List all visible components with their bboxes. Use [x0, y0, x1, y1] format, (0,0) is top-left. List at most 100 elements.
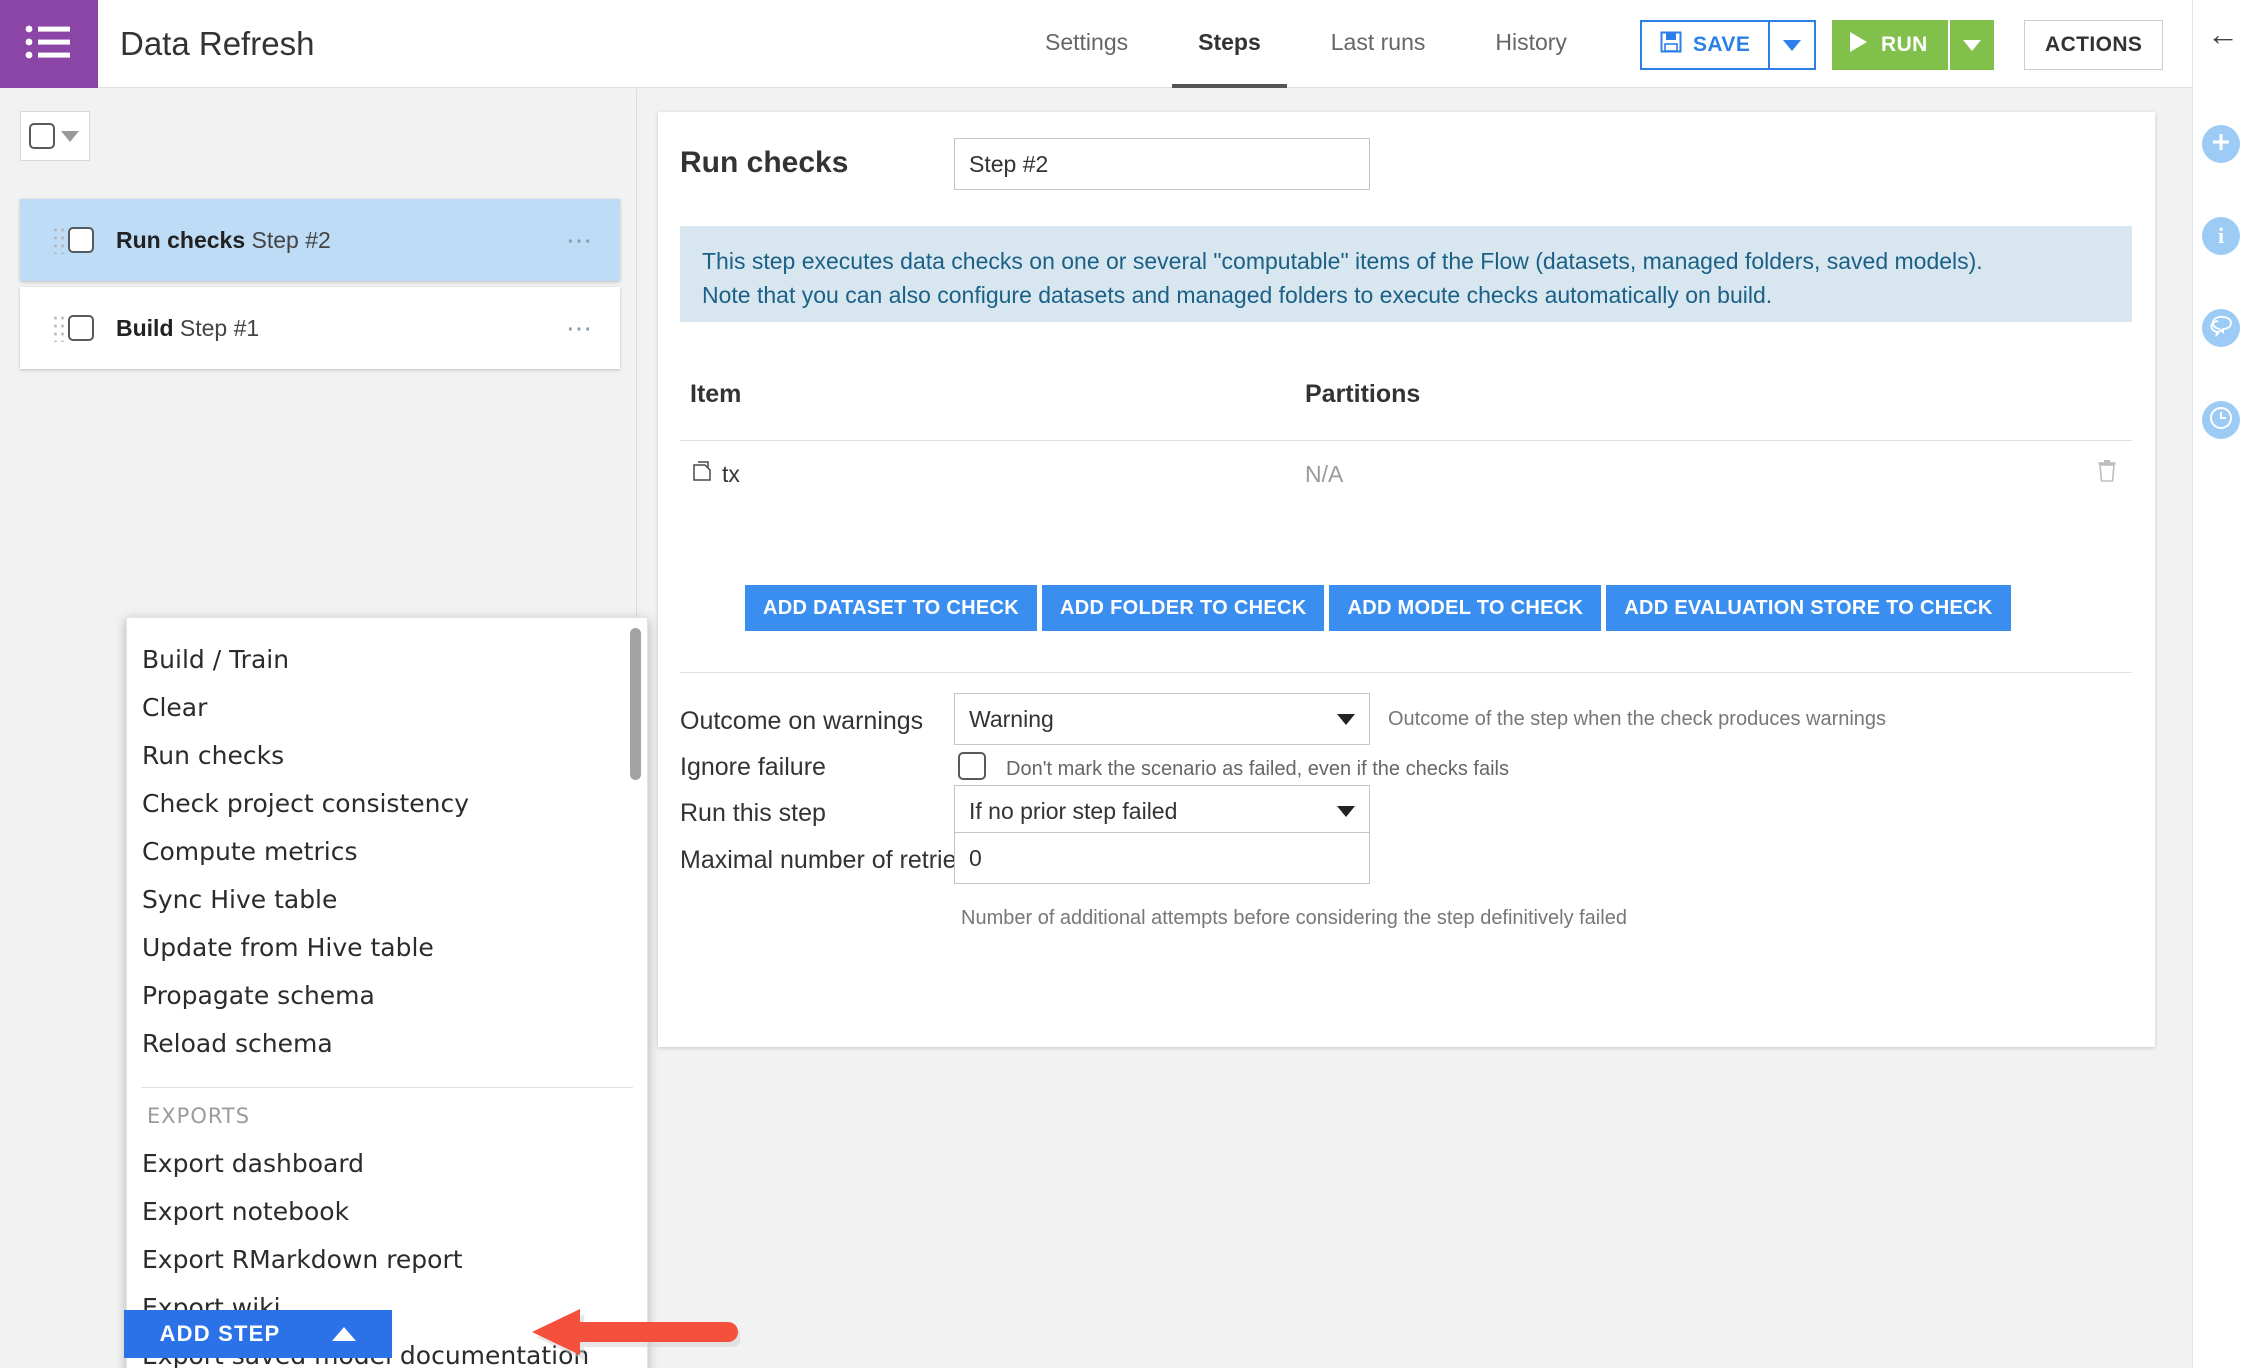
step-number: Step #1 [179, 314, 260, 341]
scenario-logo-button[interactable] [0, 0, 98, 88]
run-button-group: RUN [1832, 20, 1994, 70]
info-line-1: This step executes data checks on one or… [702, 248, 1983, 274]
dataset-icon [690, 459, 714, 489]
step-detail-card: Run checks This step executes data check… [658, 112, 2155, 1047]
menu-item-check-project-consistency[interactable]: Check project consistency [127, 780, 647, 828]
chevron-down-icon[interactable] [61, 130, 79, 142]
add-step-button[interactable]: ADD STEP [124, 1310, 392, 1358]
maximal-retries-label: Maximal number of retries [680, 846, 969, 874]
run-button-label: RUN [1881, 33, 1928, 56]
column-header-item: Item [690, 380, 742, 408]
run-this-step-value: If no prior step failed [969, 797, 1178, 824]
info-icon: i [2217, 223, 2225, 248]
outcome-on-warnings-select[interactable]: Warning [954, 693, 1370, 745]
section-divider [680, 672, 2132, 673]
step-list-item-build[interactable]: Build Step #1 ⋯ [20, 287, 620, 369]
menu-section-exports: EXPORTS [147, 1104, 251, 1128]
chevron-up-icon [332, 1327, 357, 1341]
plus-icon [2210, 131, 2232, 158]
save-button-group: SAVE [1640, 20, 1817, 70]
actions-button[interactable]: ACTIONS [2024, 20, 2164, 70]
menu-item-compute-metrics[interactable]: Compute metrics [127, 828, 647, 876]
chevron-down-icon [1962, 39, 1981, 51]
tab-last-runs[interactable]: Last runs [1305, 0, 1452, 88]
tab-settings[interactable]: Settings [1019, 0, 1154, 88]
step-name-input[interactable] [954, 138, 1370, 190]
maximal-retries-input[interactable] [954, 832, 1370, 884]
menu-item-export-dashboard[interactable]: Export dashboard [127, 1140, 647, 1188]
step-list-item-label: Run checks Step #2 [116, 227, 331, 254]
drag-handle-icon[interactable] [52, 226, 68, 254]
rail-plus-button[interactable] [2202, 125, 2240, 163]
add-step-label: ADD STEP [159, 1321, 281, 1346]
menu-item-clear[interactable]: Clear [127, 684, 647, 732]
step-list-item-run-checks[interactable]: Run checks Step #2 ⋯ [20, 199, 620, 281]
step-info-banner: This step executes data checks on one or… [680, 226, 2132, 322]
column-header-partitions: Partitions [1305, 380, 1421, 408]
run-this-step-select[interactable]: If no prior step failed [954, 785, 1370, 837]
table-cell-item-label: tx [722, 460, 740, 487]
add-step-menu: Build / Train Clear Run checks Check pro… [126, 617, 648, 1368]
step-type-title: Run checks [680, 146, 849, 179]
chevron-down-icon [1337, 713, 1355, 725]
tab-steps[interactable]: Steps [1172, 0, 1287, 88]
step-number: Step #2 [251, 226, 331, 253]
step-checkbox[interactable] [68, 315, 94, 341]
run-button[interactable]: RUN [1832, 20, 1948, 70]
menu-item-sync-hive-table[interactable]: Sync Hive table [127, 876, 647, 924]
save-dropdown-button[interactable] [1770, 20, 1817, 70]
select-all-checkbox[interactable] [29, 123, 55, 149]
list-menu-icon [24, 21, 74, 68]
menu-item-update-from-hive-table[interactable]: Update from Hive table [127, 924, 647, 972]
collapse-panel-button[interactable]: ← [2203, 14, 2243, 54]
play-icon [1848, 31, 1868, 59]
step-overflow-menu-icon[interactable]: ⋯ [566, 315, 594, 341]
actions-button-label: ACTIONS [2045, 33, 2143, 56]
outcome-on-warnings-help: Outcome of the step when the check produ… [1388, 708, 1887, 730]
app-root: Data Refresh Settings Steps Last runs Hi… [0, 0, 2248, 1368]
add-model-to-check-button[interactable]: ADD MODEL TO CHECK [1329, 585, 1602, 631]
discussions-icon [2209, 315, 2233, 342]
step-list-item-label: Build Step #1 [116, 315, 259, 342]
step-overflow-menu-icon[interactable]: ⋯ [566, 227, 594, 253]
table-cell-item[interactable]: tx [690, 459, 740, 489]
save-button[interactable]: SAVE [1640, 20, 1771, 70]
add-folder-to-check-button[interactable]: ADD FOLDER TO CHECK [1042, 585, 1325, 631]
rail-info-button[interactable]: i [2202, 217, 2240, 255]
run-dropdown-button[interactable] [1947, 20, 1994, 70]
ignore-failure-help: Don't mark the scenario as failed, even … [1006, 758, 1509, 780]
add-check-buttons: ADD DATASET TO CHECK ADD FOLDER TO CHECK… [745, 585, 2011, 631]
trash-icon[interactable] [2096, 459, 2118, 488]
arrow-left-icon: ← [2207, 15, 2239, 52]
menu-item-propagate-schema[interactable]: Propagate schema [127, 972, 647, 1020]
add-evaluation-store-to-check-button[interactable]: ADD EVALUATION STORE TO CHECK [1606, 585, 2011, 631]
chevron-down-icon [1783, 39, 1802, 51]
menu-item-run-checks[interactable]: Run checks [127, 732, 647, 780]
right-rail: ← i [2192, 0, 2248, 1368]
table-divider [680, 440, 2132, 441]
steps-panel: Run checks Step #2 ⋯ Build Step #1 ⋯ Bui… [0, 89, 648, 1368]
select-all-control[interactable] [20, 111, 90, 161]
step-checkbox[interactable] [68, 227, 94, 253]
add-dataset-to-check-button[interactable]: ADD DATASET TO CHECK [745, 585, 1037, 631]
drag-handle-icon[interactable] [52, 314, 68, 342]
run-this-step-label: Run this step [680, 799, 826, 827]
maximal-retries-help: Number of additional attempts before con… [961, 907, 1627, 929]
menu-item-reload-schema[interactable]: Reload schema [127, 1020, 647, 1068]
rail-discussions-button[interactable] [2202, 309, 2240, 347]
nav-tabs: Settings Steps Last runs History [1010, 0, 1602, 88]
menu-item-export-rmarkdown-report[interactable]: Export RMarkdown report [127, 1236, 647, 1284]
page-title: Data Refresh [120, 25, 315, 62]
step-name: Run checks [116, 226, 246, 253]
ignore-failure-checkbox[interactable] [958, 752, 986, 780]
step-name: Build [116, 314, 174, 341]
table-row: tx N/A [680, 447, 2132, 509]
menu-item-build-train[interactable]: Build / Train [127, 636, 647, 684]
info-line-2: Note that you can also configure dataset… [702, 282, 1773, 308]
floppy-disk-icon [1660, 31, 1682, 59]
chevron-down-icon [1337, 805, 1355, 817]
rail-timeline-button[interactable] [2202, 401, 2240, 439]
tab-history[interactable]: History [1469, 0, 1593, 88]
menu-item-export-notebook[interactable]: Export notebook [127, 1188, 647, 1236]
menu-scrollbar[interactable] [630, 628, 641, 780]
